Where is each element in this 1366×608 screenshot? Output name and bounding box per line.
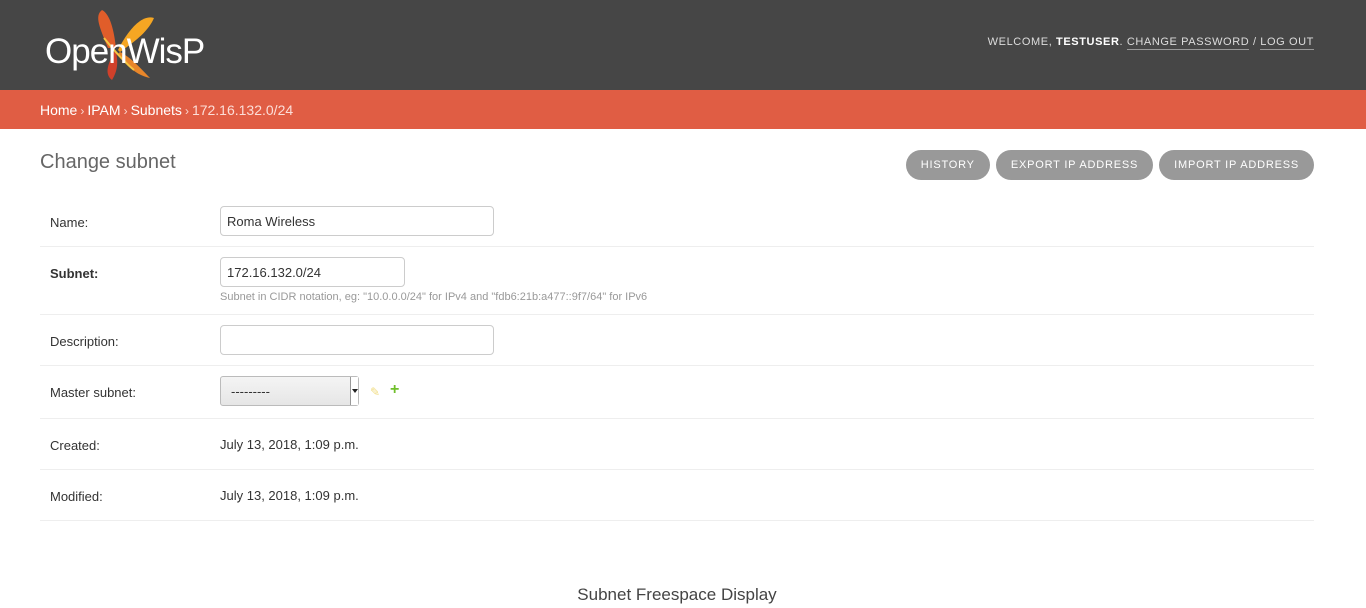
form-row-subnet: Subnet: Subnet in CIDR notation, eg: "10… [40,247,1314,315]
subnet-label: Subnet: [50,266,99,281]
form-row-master-subnet: Master subnet: --------- ✎ + [40,366,1314,419]
pencil-icon[interactable]: ✎ [370,385,380,399]
object-tools: HISTORY EXPORT IP ADDRESS IMPORT IP ADDR… [905,150,1314,180]
page-title: Change subnet [40,151,176,173]
subnet-help-text: Subnet in CIDR notation, eg: "10.0.0.0/2… [220,291,648,303]
import-ip-address-button[interactable]: IMPORT IP ADDRESS [1159,150,1314,180]
plus-icon[interactable]: + [390,381,399,399]
master-subnet-selected: --------- [231,384,270,399]
form-row-created: Created: July 13, 2018, 1:09 p.m. [40,419,1314,470]
breadcrumb: Home › IPAM › Subnets › 172.16.132.0/24 [0,90,1366,129]
freespace-display-title: Subnet Freespace Display [577,585,777,604]
header: OpenWisP WELCOME, TESTUSER. CHANGE PASSW… [0,0,1366,90]
export-ip-address-button[interactable]: EXPORT IP ADDRESS [995,150,1154,180]
username: TESTUSER [1056,36,1120,48]
breadcrumb-separator: › [80,104,85,118]
change-password-link[interactable]: CHANGE PASSWORD [1126,36,1250,50]
name-label: Name: [50,215,89,230]
modified-label: Modified: [50,489,103,504]
form-row-description: Description: [40,315,1314,366]
description-input[interactable] [220,325,494,355]
breadcrumb-ipam[interactable]: IPAM [87,102,120,118]
breadcrumb-subnets[interactable]: Subnets [131,102,182,118]
breadcrumb-current: 172.16.132.0/24 [191,102,294,118]
breadcrumb-home[interactable]: Home [40,102,77,118]
log-out-link[interactable]: LOG OUT [1260,36,1314,50]
logo-text: OpenWisP [45,32,205,71]
caret-down-icon [350,377,358,405]
user-tools-separator: / [1252,36,1257,48]
welcome-label: WELCOME, [987,36,1053,48]
created-label: Created: [50,438,100,453]
breadcrumb-separator: › [184,104,189,118]
master-subnet-label: Master subnet: [50,385,136,400]
user-tools: WELCOME, TESTUSER. CHANGE PASSWORD / LOG… [987,36,1314,50]
form-row-modified: Modified: July 13, 2018, 1:09 p.m. [40,470,1314,521]
form-row-name: Name: [40,196,1314,247]
created-value: July 13, 2018, 1:09 p.m. [220,437,359,452]
master-subnet-select[interactable]: --------- [220,376,359,406]
modified-value: July 13, 2018, 1:09 p.m. [220,488,359,503]
breadcrumb-separator: › [123,104,128,118]
history-button[interactable]: HISTORY [905,150,990,180]
name-input[interactable] [220,206,494,236]
subnet-input[interactable] [220,257,405,287]
description-label: Description: [50,334,119,349]
openwisp-logo[interactable]: OpenWisP [38,8,205,82]
